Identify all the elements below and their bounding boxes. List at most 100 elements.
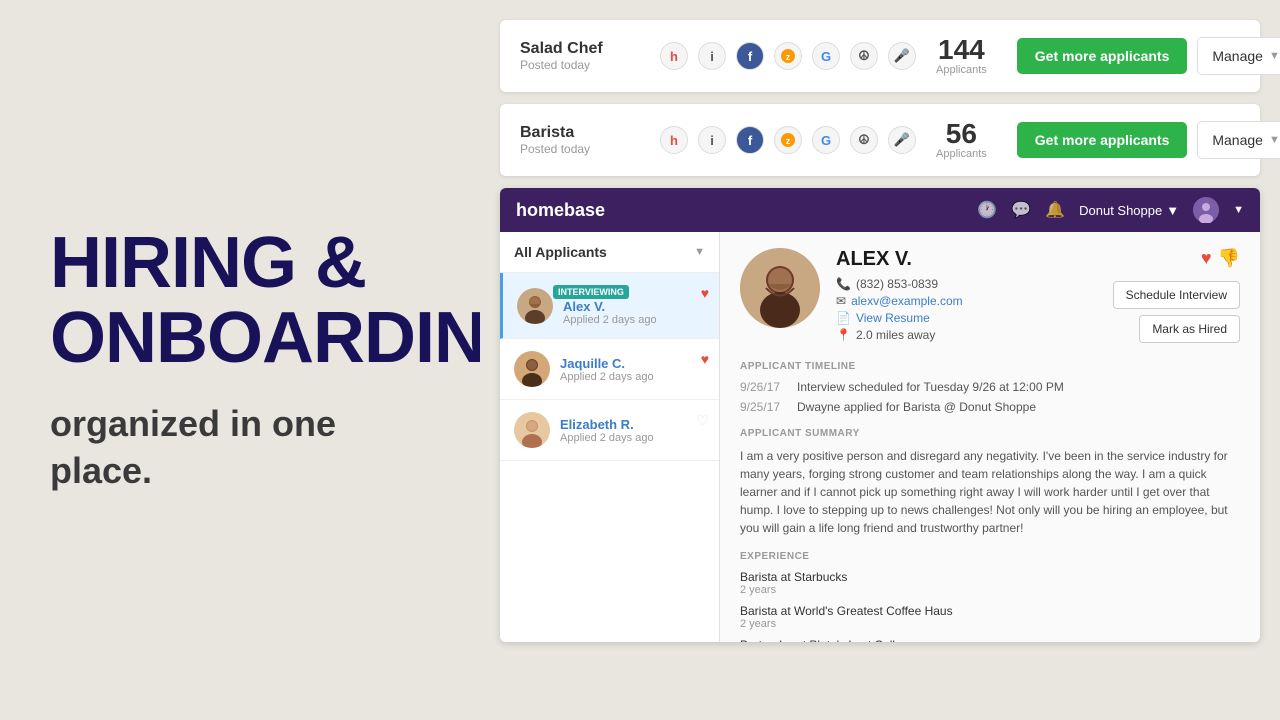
app-section: Salad Chef Posted today h i f z G ☮ 🎤 14… [480,0,1280,720]
platform-i-icon-2[interactable]: i [698,126,726,154]
applicant-applied-3: Applied 2 days ago [560,432,705,444]
manage-button-1[interactable]: Manage ▼ [1197,37,1280,75]
detail-actions: ♥ 👎 Schedule Interview Mark as Hired [1113,248,1240,343]
platform-peace-icon[interactable]: ☮ [850,42,878,70]
heart-icon-1[interactable]: ♥ [701,285,709,301]
heart-icon-2[interactable]: ♥ [701,351,709,367]
chat-icon[interactable]: 💬 [1011,200,1031,220]
clock-icon[interactable]: 🕐 [977,200,997,220]
platform-g-icon[interactable]: G [812,42,840,70]
detail-header: ALEX V. 📞 (832) 853-0839 ✉ alexv@example… [740,248,1240,345]
manage-caret-icon: ▼ [1269,50,1280,62]
detail-email: ✉ alexv@example.com [836,294,1097,308]
homebase-panel: homebase 🕐 💬 🔔 Donut Shoppe ▼ ▼ [500,188,1260,642]
platform-f-icon-2[interactable]: f [736,126,764,154]
detail-name-section: ALEX V. 📞 (832) 853-0839 ✉ alexv@example… [836,248,1097,345]
topbar-right: 🕐 💬 🔔 Donut Shoppe ▼ ▼ [977,197,1244,223]
platform-mic-icon-2[interactable]: 🎤 [888,126,916,154]
timeline-item-2: 9/25/17 Dwayne applied for Barista @ Don… [740,400,1240,414]
mark-hired-button[interactable]: Mark as Hired [1139,315,1240,343]
timeline-item-1: 9/26/17 Interview scheduled for Tuesday … [740,380,1240,394]
manage-caret-icon-2: ▼ [1269,134,1280,146]
platform-f-icon[interactable]: f [736,42,764,70]
applicant-item-1[interactable]: Interviewing Alex V. Applied 2 days ago … [500,273,719,339]
avatar-caret-icon: ▼ [1233,204,1244,216]
applicant-name-2: Jaquille C. [560,356,705,371]
applicant-detail-panel: ALEX V. 📞 (832) 853-0839 ✉ alexv@example… [720,232,1260,642]
platform-h-icon[interactable]: h [660,42,688,70]
applicant-count-1: 144 Applicants [936,36,987,76]
exp-duration-2: 2 years [740,618,1240,630]
applicants-panel: All Applicants ▼ [500,232,720,642]
email-icon: ✉ [836,294,846,308]
exp-title-1: Barista at Starbucks [740,570,1240,584]
applicant-avatar-1 [517,288,553,324]
applicant-item-3[interactable]: Elizabeth R. Applied 2 days ago ♡ [500,400,719,461]
job-card-barista: Barista Posted today h i f z G ☮ 🎤 56 Ap… [500,104,1260,176]
job-title: Salad Chef [520,40,640,58]
get-applicants-button-1[interactable]: Get more applicants [1017,38,1188,74]
applicant-item-2[interactable]: Jaquille C. Applied 2 days ago ♥ [500,339,719,400]
user-avatar[interactable] [1193,197,1219,223]
location-selector[interactable]: Donut Shoppe ▼ [1079,203,1179,218]
exp-item-1: Barista at Starbucks 2 years [740,570,1240,596]
schedule-interview-button[interactable]: Schedule Interview [1113,281,1240,309]
detail-applicant-name: ALEX V. [836,248,1097,271]
detail-resume: 📄 View Resume [836,311,1097,325]
manage-button-2[interactable]: Manage ▼ [1197,121,1280,159]
exp-title-3: Bartender at Pluto's Last Call [740,638,1240,642]
homebase-main: All Applicants ▼ [500,232,1260,642]
dislike-icon[interactable]: 👎 [1218,248,1240,269]
summary-text: I am a very positive person and disregar… [740,447,1240,537]
timeline: 9/26/17 Interview scheduled for Tuesday … [740,380,1240,414]
job-platforms-2: h i f z G ☮ 🎤 [660,126,916,154]
get-applicants-button-2[interactable]: Get more applicants [1017,122,1188,158]
platform-i-icon[interactable]: i [698,42,726,70]
applicant-number-1: 144 [936,36,987,64]
job-title-2: Barista [520,124,640,142]
svg-text:z: z [786,136,791,146]
location-pin-icon: 📍 [836,328,851,342]
detail-avatar [740,248,820,328]
applicant-number-2: 56 [936,120,987,148]
job-platforms: h i f z G ☮ 🎤 [660,42,916,70]
applicant-applied-1: Applied 2 days ago [563,314,705,326]
resume-icon: 📄 [836,311,851,325]
platform-zip-icon[interactable]: z [774,42,802,70]
job-posted: Posted today [520,58,640,72]
summary-section-label: APPLICANT SUMMARY [740,428,1240,439]
exp-item-2: Barista at World's Greatest Coffee Haus … [740,604,1240,630]
applicant-label-1: Applicants [936,64,987,76]
applicants-filter-header[interactable]: All Applicants ▼ [500,232,719,273]
platform-peace-icon-2[interactable]: ☮ [850,126,878,154]
resume-link[interactable]: View Resume [856,311,930,325]
platform-h-icon-2[interactable]: h [660,126,688,154]
detail-phone: 📞 (832) 853-0839 [836,277,1097,291]
platform-g-icon-2[interactable]: G [812,126,840,154]
timeline-text-1: Interview scheduled for Tuesday 9/26 at … [797,380,1064,394]
applicant-label-2: Applicants [936,148,987,160]
experience-section-label: EXPERIENCE [740,551,1240,562]
platform-zip-icon-2[interactable]: z [774,126,802,154]
applicant-count-2: 56 Applicants [936,120,987,160]
platform-mic-icon[interactable]: 🎤 [888,42,916,70]
job-card-info-2: Barista Posted today [520,124,640,156]
applicant-info-2: Jaquille C. Applied 2 days ago [560,356,705,383]
bell-icon[interactable]: 🔔 [1045,200,1065,220]
exp-item-3: Bartender at Pluto's Last Call 2 years [740,638,1240,642]
heart-empty-icon-3[interactable]: ♡ [696,412,709,429]
timeline-text-2: Dwayne applied for Barista @ Donut Shopp… [797,400,1036,414]
like-icon[interactable]: ♥ [1201,248,1212,269]
timeline-date-1: 9/26/17 [740,380,785,394]
marketing-subtext: organized in one place. [50,401,430,495]
job-posted-2: Posted today [520,142,640,156]
applicant-name-3: Elizabeth R. [560,417,705,432]
exp-title-2: Barista at World's Greatest Coffee Haus [740,604,1240,618]
applicant-info-1: Interviewing Alex V. Applied 2 days ago [563,285,705,326]
applicant-applied-2: Applied 2 days ago [560,371,705,383]
filter-caret-icon: ▼ [694,246,705,258]
detail-distance: 📍 2.0 miles away [836,328,1097,342]
exp-duration-1: 2 years [740,584,1240,596]
email-link[interactable]: alexv@example.com [851,294,963,308]
homebase-logo: homebase [516,200,605,221]
